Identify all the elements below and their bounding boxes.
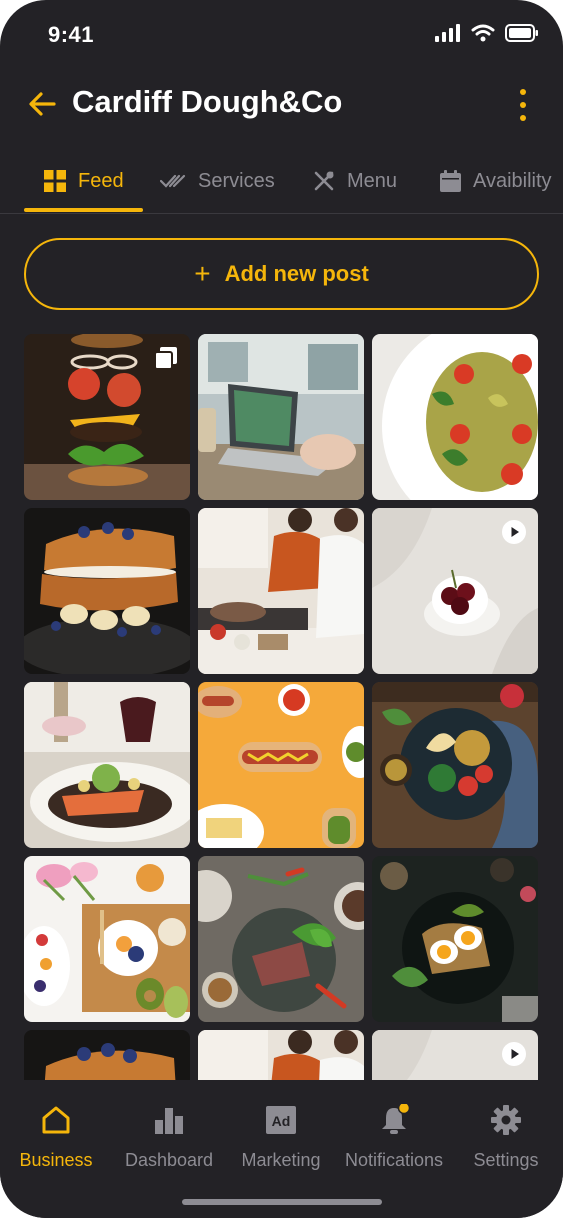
utensils-icon [314, 171, 334, 191]
feed-post-burger[interactable] [24, 334, 190, 500]
feed-post-laptop[interactable] [198, 334, 364, 500]
bell-icon [382, 1104, 410, 1134]
notification-dot [397, 1104, 410, 1115]
feed-post-pasta[interactable] [372, 334, 538, 500]
nav-notifications[interactable]: Notifications [338, 1104, 450, 1171]
feed-post-cherries-2[interactable] [372, 1030, 538, 1080]
feed-post-cooking-2[interactable] [198, 1030, 364, 1080]
feed-post-chickpea-salad[interactable] [372, 682, 538, 848]
add-post-label: Add new post [224, 261, 369, 286]
feed-post-french-toast-2[interactable] [24, 1030, 190, 1080]
feed-post-cooking[interactable] [198, 508, 364, 674]
feed-post-hot-dogs[interactable] [198, 682, 364, 848]
calendar-icon [440, 170, 461, 192]
nav-label: Marketing [241, 1150, 321, 1170]
grid-icon [44, 170, 66, 192]
battery-icon [505, 24, 538, 42]
tab-services[interactable]: Services [160, 150, 275, 212]
pasta-photo [372, 334, 538, 500]
home-icon [42, 1106, 70, 1134]
gear-icon [491, 1105, 521, 1135]
feed-post-salmon[interactable] [24, 682, 190, 848]
nav-business[interactable]: Business [0, 1104, 112, 1171]
tab-label: Avaibility [473, 169, 552, 192]
bar-chart-icon [155, 1108, 183, 1134]
feed-post-breakfast[interactable] [24, 856, 190, 1022]
plus-icon: + [194, 258, 211, 289]
tab-bar: Feed Services Menu Avaibility [0, 150, 563, 214]
tab-label: Menu [347, 169, 398, 192]
salmon-photo [24, 682, 190, 848]
ad-icon: Ad [266, 1106, 296, 1134]
play-icon [502, 520, 526, 544]
feed-post-egg-toast[interactable] [372, 856, 538, 1022]
nav-label: Notifications [344, 1150, 444, 1170]
svg-text:Ad: Ad [272, 1113, 291, 1129]
multiple-images-icon [154, 347, 177, 370]
nav-marketing[interactable]: Ad Marketing [225, 1104, 337, 1171]
nav-label: Business [19, 1150, 93, 1170]
play-icon [502, 1042, 526, 1066]
page-title: Cardiff Dough&Co [72, 84, 343, 119]
active-tab-indicator [24, 208, 143, 212]
feed-post-steak-salad[interactable] [198, 856, 364, 1022]
back-arrow-icon[interactable] [26, 88, 58, 120]
tab-availability[interactable]: Avaibility [440, 150, 552, 212]
nav-dashboard[interactable]: Dashboard [113, 1104, 225, 1171]
french-toast-photo [24, 1030, 190, 1080]
status-time: 9:41 [48, 22, 95, 47]
egg-toast-photo [372, 856, 538, 1022]
tab-label: Feed [78, 169, 124, 192]
nav-settings[interactable]: Settings [450, 1104, 562, 1171]
cooking-photo [198, 1030, 364, 1080]
home-indicator[interactable] [182, 1199, 382, 1205]
double-check-icon [160, 174, 186, 188]
status-icons [435, 24, 539, 42]
steak-salad-photo [198, 856, 364, 1022]
tab-menu[interactable]: Menu [313, 150, 397, 212]
feed-post-french-toast[interactable] [24, 508, 190, 674]
signal-icon [435, 24, 460, 42]
french-toast-photo [24, 508, 190, 674]
hot-dogs-photo [198, 682, 364, 848]
chickpea-salad-photo [372, 682, 538, 848]
wifi-icon [471, 24, 495, 42]
add-new-post-button[interactable]: + Add new post [24, 238, 539, 310]
tab-label: Services [198, 169, 275, 192]
feed-grid [0, 330, 563, 1080]
breakfast-photo [24, 856, 190, 1022]
feed-post-cherries[interactable] [372, 508, 538, 674]
more-vertical-icon[interactable] [513, 88, 533, 122]
laptop-photo [198, 334, 364, 500]
app-header: Cardiff Dough&Co [0, 80, 563, 130]
cooking-photo [198, 508, 364, 674]
nav-label: Settings [473, 1150, 539, 1170]
tab-feed[interactable]: Feed [44, 150, 124, 212]
nav-label: Dashboard [124, 1150, 214, 1170]
status-bar: 9:41 [0, 0, 563, 70]
phone-screen: 9:41 Cardiff Dough&Co Feed Services Menu… [0, 0, 563, 1218]
bottom-navigation: Business Dashboard Ad Marketing Notifica… [0, 1080, 563, 1218]
